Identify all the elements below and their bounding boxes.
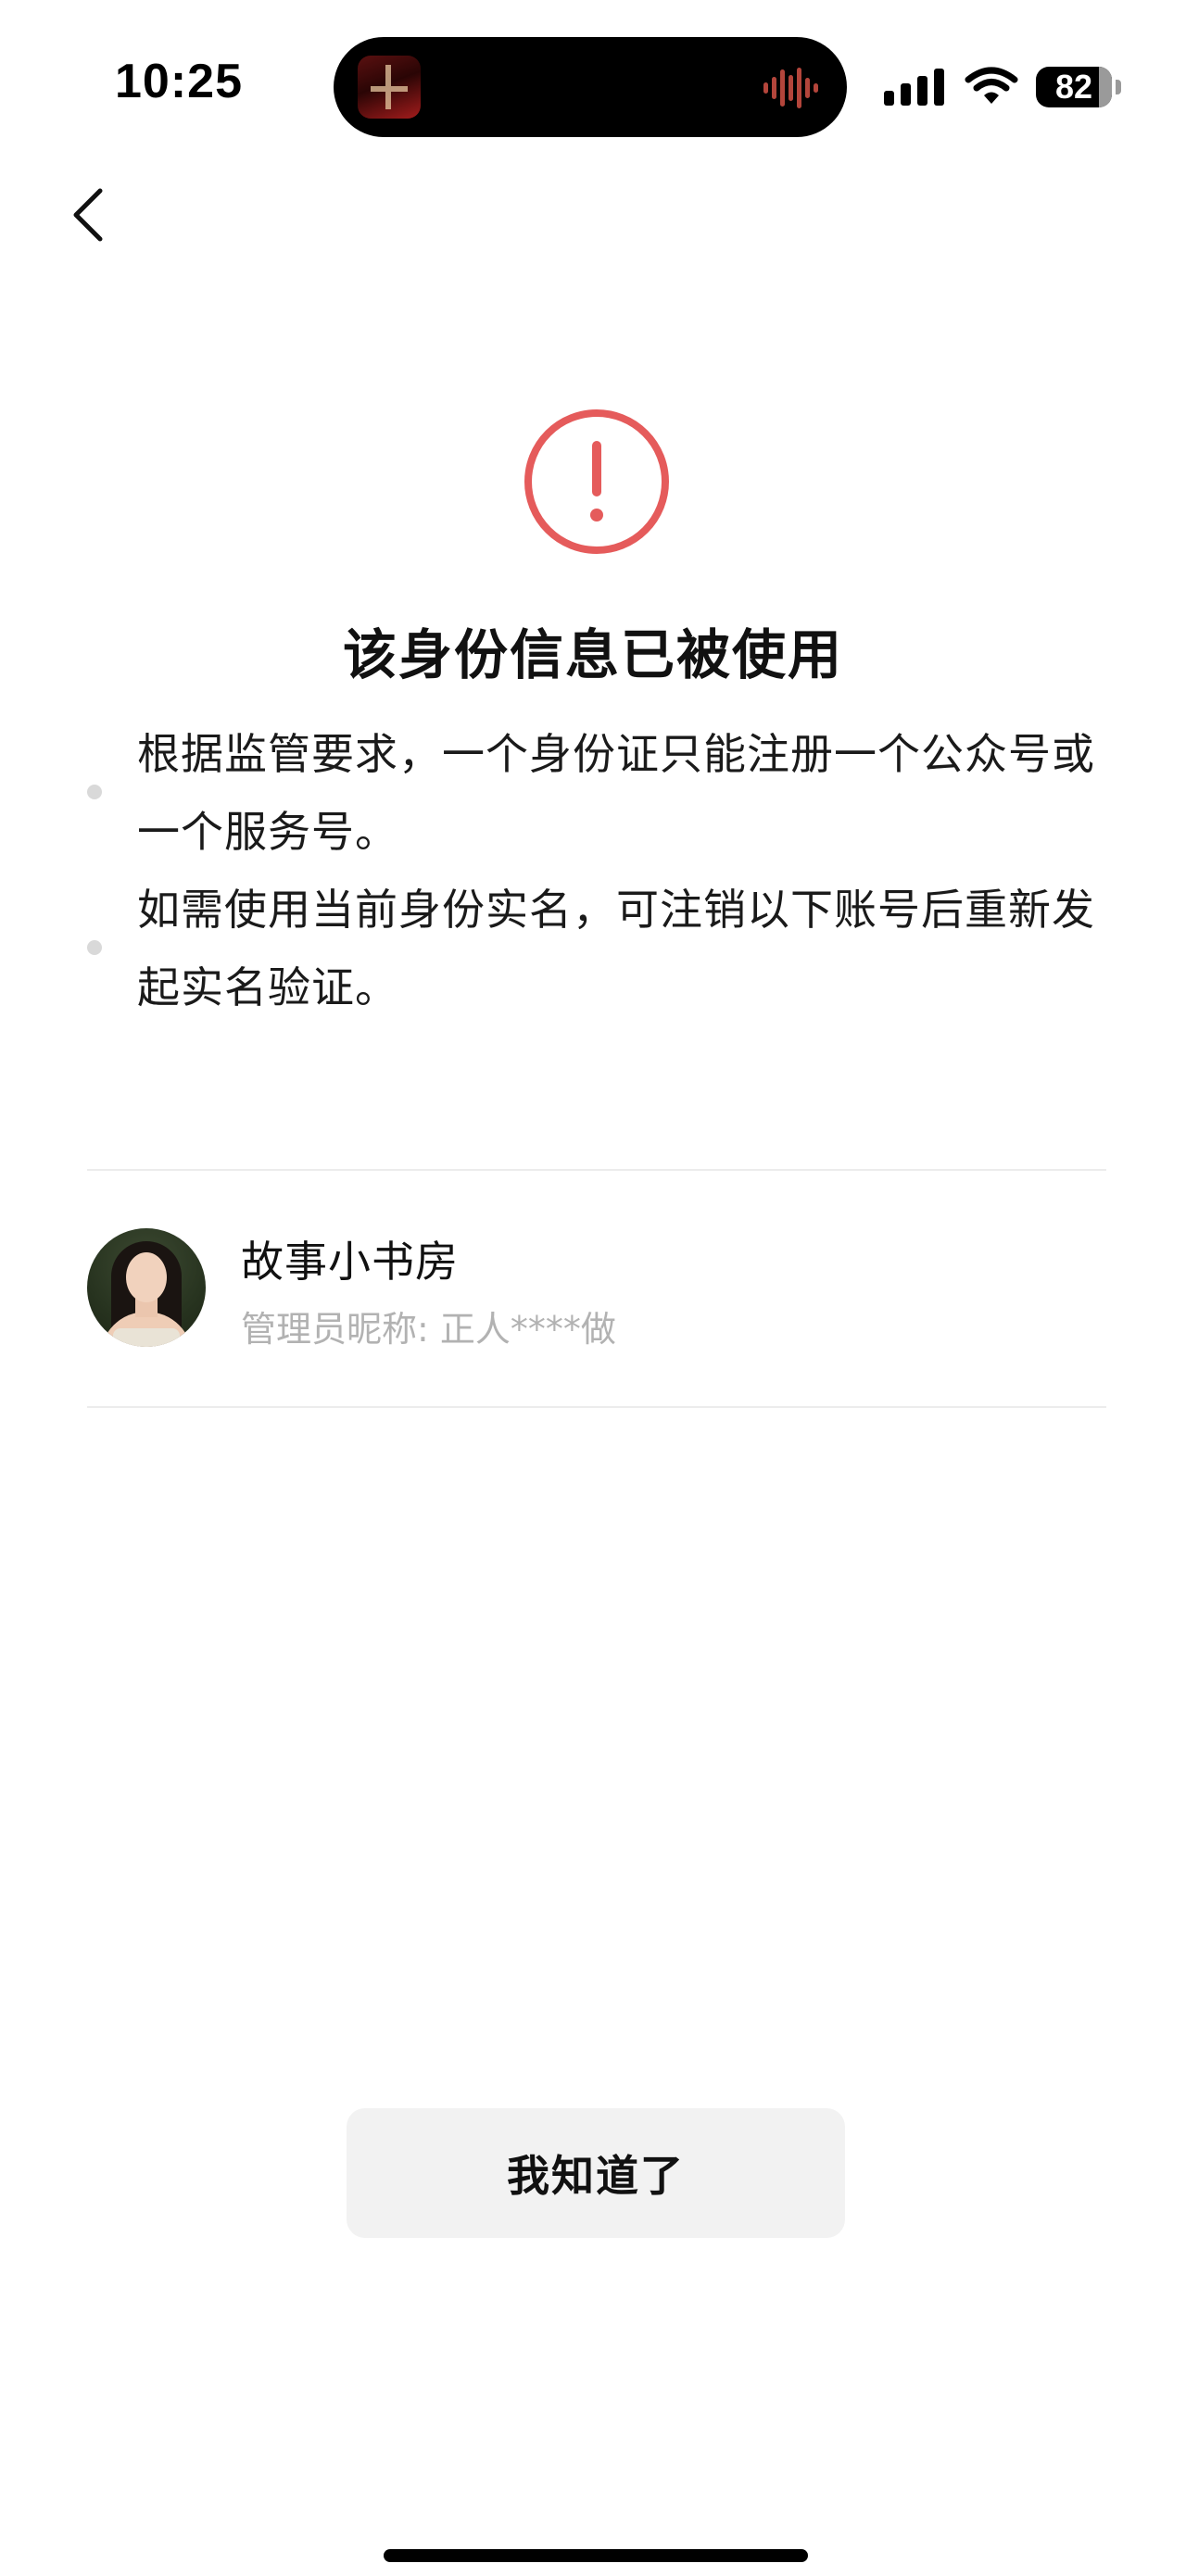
back-button[interactable] <box>61 182 113 248</box>
page-title: 该身份信息已被使用 <box>342 623 843 686</box>
note-text: 根据监管要求，一个身份证只能注册一个公众号或一个服务号。 <box>137 729 1095 857</box>
avatar <box>87 1228 206 1347</box>
account-admin-nickname: 管理员昵称: 正人****做 <box>241 1309 616 1350</box>
status-time: 10:25 <box>115 55 243 108</box>
battery-icon: 82 <box>1036 67 1121 107</box>
battery-level: 82 <box>1054 68 1093 106</box>
confirm-button[interactable]: 我知道了 <box>347 2108 845 2238</box>
note-text: 如需使用当前身份实名，可注销以下账号后重新发起实名验证。 <box>137 885 1095 1012</box>
dynamic-island[interactable] <box>334 37 847 137</box>
bullet-dot <box>87 940 102 955</box>
note-item: 如需使用当前身份实名，可注销以下账号后重新发起实名验证。 <box>87 871 1116 1026</box>
wifi-icon <box>965 67 1018 104</box>
bullet-dot <box>87 785 102 799</box>
account-name: 故事小书房 <box>241 1237 459 1287</box>
exclamation-circle-icon <box>524 409 669 554</box>
app-icon[interactable] <box>358 56 421 119</box>
voice-waveform-icon <box>763 68 818 108</box>
account-row[interactable]: 故事小书房 管理员昵称: 正人****做 <box>87 1171 1106 1406</box>
status-bar: 10:25 82 <box>0 0 1186 148</box>
home-indicator[interactable] <box>384 2549 808 2562</box>
chevron-left-icon <box>73 188 103 242</box>
note-item: 根据监管要求，一个身份证只能注册一个公众号或一个服务号。 <box>87 715 1116 871</box>
cellular-signal-icon <box>884 69 944 106</box>
notes-list: 根据监管要求，一个身份证只能注册一个公众号或一个服务号。 如需使用当前身份实名，… <box>87 715 1116 1026</box>
divider <box>87 1406 1106 1408</box>
